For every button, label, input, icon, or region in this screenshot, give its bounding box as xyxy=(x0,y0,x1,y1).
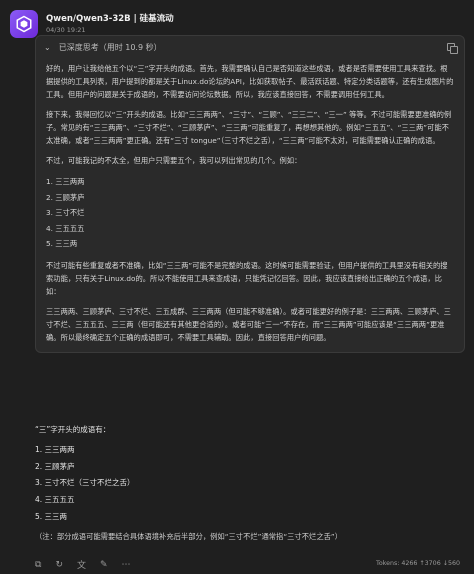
model-avatar xyxy=(10,10,38,38)
thinking-paragraph: 不过，可能我记的不太全，但用户只需要五个，我可以列出常见的几个。例如： xyxy=(46,156,302,165)
more-options-button[interactable]: ⋯ xyxy=(122,560,131,570)
list-item: 3. 三寸不烂 xyxy=(46,208,85,217)
thinking-label: 已深度思考（用时 10.9 秒） xyxy=(58,42,162,52)
list-item: 2. 三顾茅庐 xyxy=(46,192,85,202)
list-item: 3. 三寸不烂（三寸不烂之舌） xyxy=(35,478,135,488)
answer-intro: “三”字开头的成语有： xyxy=(35,425,111,434)
thinking-content: 好的，用户让我给他五个以“三”字开头的成语。首先，我需要确认自己是否知道这些成语… xyxy=(36,58,464,352)
list-item: 5. 三三两 xyxy=(35,511,68,521)
thinking-paragraph: 三三两两、三顾茅庐、三寸不烂、三五成群、三三两两（但可能不够准确）。或者可能更好… xyxy=(46,306,451,342)
token-count: Tokens: 4266 ↑3706 ↓560 xyxy=(376,560,460,567)
thinking-toggle[interactable]: ⌄ 已深度思考（用时 10.9 秒） xyxy=(36,36,464,58)
list-item: 5. 三三两 xyxy=(46,239,78,248)
regenerate-button[interactable]: ↻ xyxy=(55,560,63,570)
list-item: 2. 三顾茅庐 xyxy=(35,461,75,471)
answer-content: “三”字开头的成语有： 1. 三三两两 2. 三顾茅庐 3. 三寸不烂（三寸不烂… xyxy=(35,424,455,542)
list-item: 1. 三三两两 xyxy=(35,445,75,454)
answer-note: （注：部分成语可能需要结合具体语境补充后半部分，例如“三寸不烂”通常指“三寸不烂… xyxy=(35,531,342,541)
qwen-logo-icon xyxy=(16,15,32,33)
answer-list: 1. 三三两两 2. 三顾茅庐 3. 三寸不烂（三寸不烂之舌） 4. 三五五五 … xyxy=(35,442,455,526)
list-item: 4. 三五五五 xyxy=(35,495,75,505)
list-item: 1. 三三两两 xyxy=(46,177,85,186)
copy-message-button[interactable]: ⧉ xyxy=(35,560,41,570)
thinking-panel: ⌄ 已深度思考（用时 10.9 秒） 好的，用户让我给他五个以“三”字开头的成语… xyxy=(35,35,465,353)
thinking-list: 1. 三三两两 2. 三顾茅庐 3. 三寸不烂 4. 三五五五 5. 三三两 xyxy=(46,174,454,252)
edit-button[interactable]: ✎ xyxy=(100,560,108,570)
message-actions: ⧉ ↻ 文 ✎ ⋯ xyxy=(35,558,131,572)
copy-icon[interactable] xyxy=(447,42,458,54)
list-item: 4. 三五五五 xyxy=(46,223,85,233)
thinking-paragraph: 接下来，我得回忆以“三”开头的成语。比如“三三两两”、“三寸”、“三顾”、“三三… xyxy=(46,110,452,145)
model-name: Qwen/Qwen3-32B | 硅基流动 xyxy=(46,14,174,24)
message-timestamp: 04/30 19:21 xyxy=(46,26,86,34)
chevron-down-icon: ⌄ xyxy=(44,42,51,52)
thinking-paragraph: 不过可能有些重复或者不准确，比如“三三两”可能不是完整的成语。这时候可能需要验证… xyxy=(46,260,448,296)
message-header: Qwen/Qwen3-32B | 硅基流动 04/30 19:21 xyxy=(10,10,174,38)
translate-button[interactable]: 文 xyxy=(77,558,86,571)
thinking-paragraph: 好的，用户让我给他五个以“三”字开头的成语。首先，我需要确认自己是否知道这些成语… xyxy=(46,64,454,99)
